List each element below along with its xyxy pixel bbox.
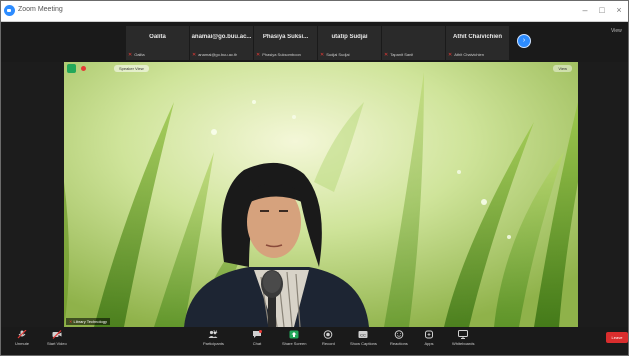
participant-name: utatip Sudjai [331,34,368,40]
smiley-reaction-icon [394,330,404,339]
mic-muted-icon: ✕ [448,52,453,58]
chat-bubble-icon [253,330,262,338]
participant-label: Phasiya Suksomboon [262,52,301,57]
show-captions-label: Show Captions [350,341,377,346]
participant-label: anamai@go.buu.ac.th [198,52,238,57]
reactions-label: Reactions [390,341,408,346]
participant-label: Athit Chaivichien [454,52,484,57]
participant-label: Oalita [134,52,145,57]
svg-text:CC: CC [361,332,367,337]
participant-label: Tapanit Sanit [390,52,414,57]
unmute-button[interactable]: Unmute [15,330,29,346]
whiteboards-button[interactable]: Whiteboards [452,330,474,346]
record-label: Record [322,341,335,346]
minimize-button[interactable]: – [578,4,592,17]
share-screen-label: Share Screen [282,341,307,346]
mic-muted-icon: ✕ [384,52,389,58]
apps-icon [425,330,433,339]
show-captions-button[interactable]: CC Show Captions [350,330,377,346]
next-page-button[interactable]: › [517,34,531,48]
whiteboards-label: Whiteboards [452,341,475,346]
participant-name: Phasiya Suksi... [262,34,309,40]
title-bar: Zoom Meeting – □ × [1,1,628,22]
security-shield-icon[interactable] [67,64,76,73]
participant-count: 34 [213,329,218,334]
whiteboard-icon [458,330,469,339]
chat-button[interactable]: Chat [252,330,262,346]
close-button[interactable]: × [612,4,626,17]
share-screen-icon [289,330,299,339]
window-title: Zoom Meeting [18,6,63,13]
participants-label: Participants [203,341,224,346]
mic-muted-icon: ✕ [320,52,325,58]
start-video-button[interactable]: Start Video [47,330,67,346]
apps-label: Apps [424,341,434,346]
share-screen-button[interactable]: Share Screen [282,330,306,346]
zoom-window: Zoom Meeting – □ × Oalita ✕ Oalita anamai… [0,0,629,356]
leave-meeting-button[interactable]: Leave [606,332,628,343]
view-options-pill[interactable]: View [553,65,572,72]
participant-name: Oalita [149,34,166,40]
maximize-button[interactable]: □ [595,4,609,17]
mic-muted-icon: ✕ [256,52,261,58]
speaker-view-pill[interactable]: Speaker View [114,65,149,72]
participant-tile[interactable]: Phasiya Suksi... ✕ Phasiya Suksomboon [254,26,317,60]
virtual-background-image [64,62,578,327]
mic-muted-icon: ✕ [128,52,133,58]
mic-muted-icon: ✕ [192,52,197,58]
participant-tile[interactable]: anamai@go.buu.ac... ✕ anamai@go.buu.ac.th [190,26,253,60]
apps-button[interactable]: Apps [424,330,434,346]
participant-tile[interactable]: Oalita ✕ Oalita [126,26,189,60]
participant-name: Athit Chaivichien [452,34,502,40]
participant-tile[interactable]: utatip Sudjai ✕ Sudjai Sudjai [318,26,381,60]
captions-icon: CC [358,331,368,338]
record-icon [324,330,333,339]
meeting-toolbar: Unmute Start Video Participants 34 Chat … [1,327,628,355]
participant-tile[interactable]: ✕ Tapanit Sanit [382,26,445,60]
microphone-muted-icon [17,330,27,339]
speaker-name-badge: ✕ Library Technology [66,318,110,325]
start-video-label: Start Video [47,341,67,346]
zoom-logo-icon [4,5,15,16]
active-speaker-video: Speaker View View ✕ Library Technology [64,62,578,327]
video-camera-off-icon [52,330,62,339]
participant-tile[interactable]: Athit Chaivichien ✕ Athit Chaivichien [446,26,509,60]
view-button[interactable]: View [611,28,622,34]
participant-label: Sudjai Sudjai [326,52,350,57]
speaker-name: Library Technology [73,319,107,324]
record-button[interactable]: Record [322,330,335,346]
reactions-button[interactable]: Reactions [390,330,408,346]
unmute-label: Unmute [15,341,30,346]
recording-indicator-icon [81,66,86,71]
participant-name: anamai@go.buu.ac... [191,34,252,40]
chat-label: Chat [252,341,262,346]
